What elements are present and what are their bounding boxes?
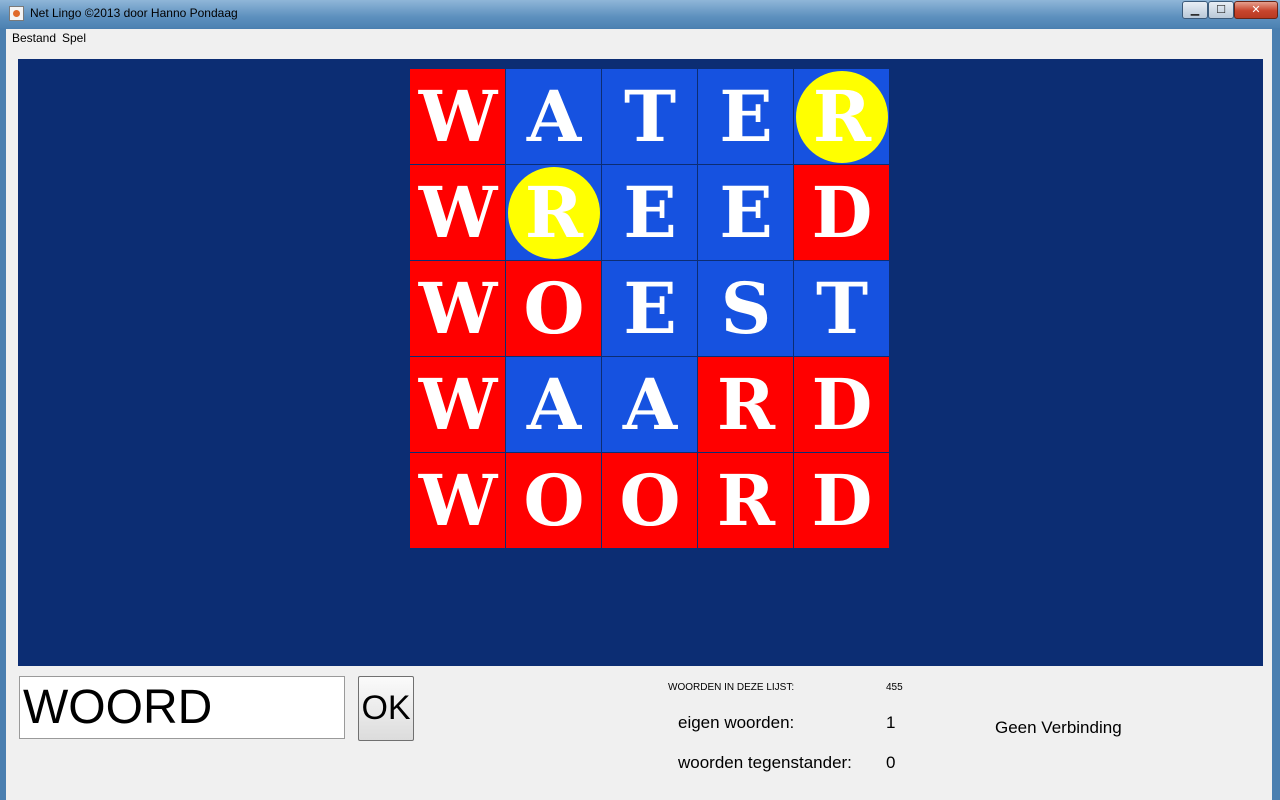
grid-cell: T (602, 69, 698, 165)
word-list-count: 455 (886, 682, 903, 693)
title-bar[interactable]: Net Lingo ©2013 door Hanno Pondaag ▁ ☐ ✕ (0, 0, 1280, 28)
opponent-words-label: woorden tegenstander: (678, 753, 852, 772)
grid-cell: D (794, 165, 890, 261)
grid-letter: D (811, 171, 873, 254)
grid-letter: W (418, 75, 498, 158)
java-app-icon[interactable] (9, 6, 24, 21)
grid-cell: O (506, 453, 602, 549)
grid-letter: A (622, 363, 678, 446)
grid-cell: A (602, 357, 698, 453)
grid-letter: W (418, 363, 498, 446)
lingo-grid: WATERWREEDWOESTWAARDWOORD (410, 69, 890, 549)
grid-letter: O (523, 459, 585, 542)
grid-cell: T (794, 261, 890, 357)
grid-cell: E (602, 261, 698, 357)
grid-cell: A (506, 357, 602, 453)
grid-letter: E (719, 75, 773, 158)
grid-letter: A (526, 75, 582, 158)
grid-cell: E (698, 69, 794, 165)
grid-cell: E (602, 165, 698, 261)
minimize-button[interactable]: ▁ (1182, 1, 1208, 19)
grid-letter: W (418, 171, 498, 254)
connection-status: Geen Verbinding (995, 718, 1122, 737)
grid-cell: O (602, 453, 698, 549)
grid-letter: S (720, 267, 772, 350)
grid-letter: R (524, 171, 584, 254)
grid-cell: R (698, 453, 794, 549)
grid-cell: R (698, 357, 794, 453)
game-board-panel: WATERWREEDWOESTWAARDWOORD (18, 59, 1263, 666)
menu-bar: Bestand Spel (6, 29, 1272, 47)
menu-spel[interactable]: Spel (62, 31, 86, 45)
grid-letter: O (523, 267, 585, 350)
grid-letter: T (623, 75, 677, 158)
ok-button[interactable]: OK (358, 676, 414, 741)
grid-letter: D (811, 363, 873, 446)
grid-letter: E (719, 171, 773, 254)
grid-cell: A (506, 69, 602, 165)
grid-cell: W (410, 453, 506, 549)
grid-letter: T (815, 267, 869, 350)
grid-letter: O (619, 459, 681, 542)
own-words-label: eigen woorden: (678, 713, 795, 732)
close-button[interactable]: ✕ (1234, 1, 1278, 19)
grid-cell: S (698, 261, 794, 357)
grid-cell: W (410, 69, 506, 165)
grid-letter: R (716, 363, 776, 446)
grid-cell: R (506, 165, 602, 261)
grid-letter: R (716, 459, 776, 542)
grid-letter: D (811, 459, 873, 542)
window-title: Net Lingo ©2013 door Hanno Pondaag (30, 6, 238, 20)
grid-cell: W (410, 261, 506, 357)
grid-cell: W (410, 165, 506, 261)
grid-cell: E (698, 165, 794, 261)
grid-cell: D (794, 453, 890, 549)
own-words-count: 1 (886, 713, 896, 732)
word-list-label: WOORDEN IN DEZE LIJST: (668, 682, 795, 693)
menu-bestand[interactable]: Bestand (12, 31, 56, 45)
grid-letter: E (623, 267, 677, 350)
grid-cell: W (410, 357, 506, 453)
word-input[interactable] (19, 676, 345, 739)
grid-cell: O (506, 261, 602, 357)
grid-cell: D (794, 357, 890, 453)
maximize-button[interactable]: ☐ (1208, 1, 1234, 19)
grid-letter: R (812, 75, 872, 158)
grid-letter: E (623, 171, 677, 254)
grid-letter: A (526, 363, 582, 446)
window-client-area: Bestand Spel WATERWREEDWOESTWAARDWOORD O… (6, 29, 1272, 800)
grid-cell: R (794, 69, 890, 165)
grid-letter: W (418, 267, 498, 350)
grid-letter: W (418, 459, 498, 542)
opponent-words-count: 0 (886, 753, 896, 772)
